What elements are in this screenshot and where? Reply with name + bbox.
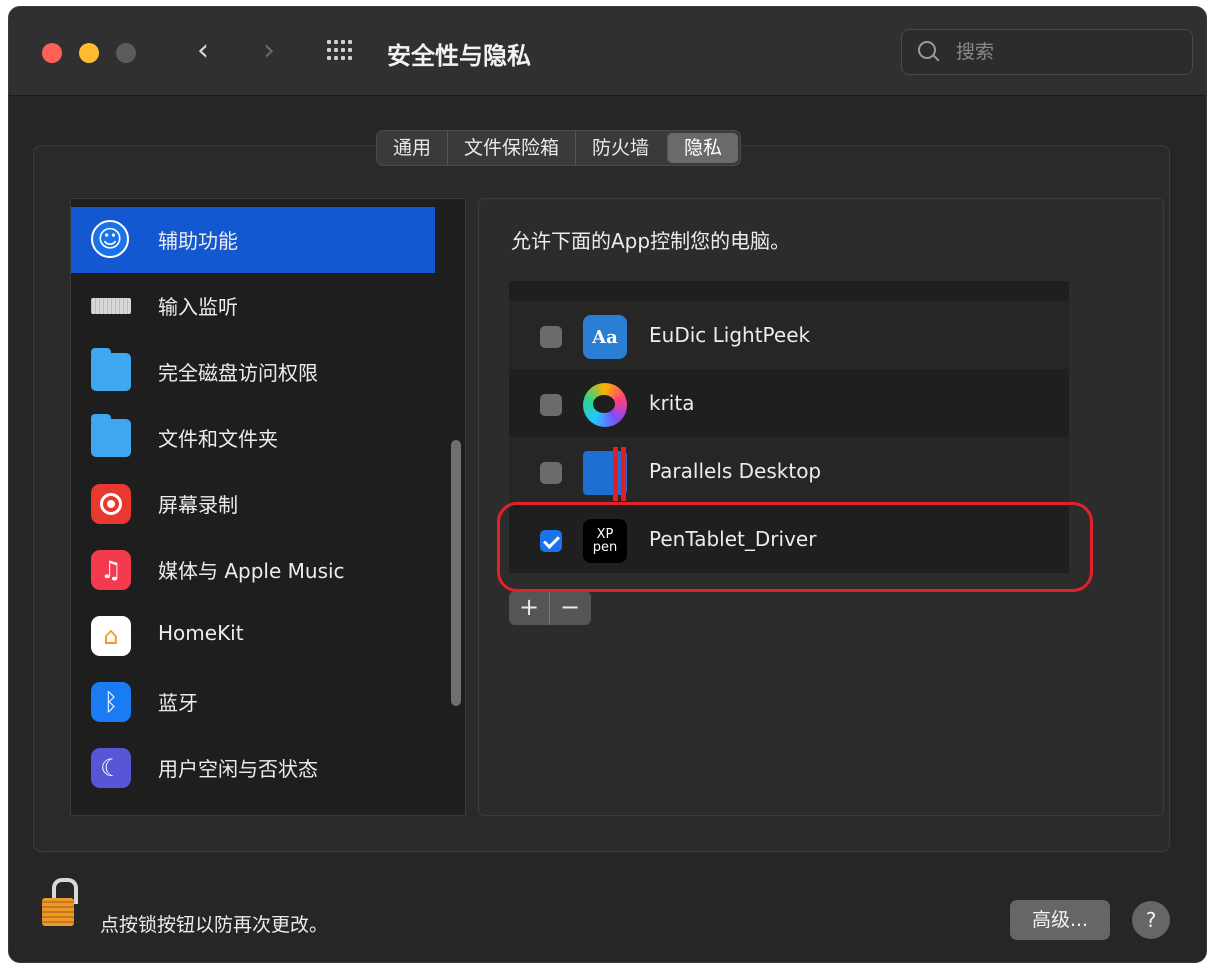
sidebar-item-media-apple-music[interactable]: ♫ 媒体与 Apple Music <box>71 537 435 603</box>
accessibility-panel: 允许下面的App控制您的电脑。 Aa EuDic LightPeek krita… <box>478 198 1164 816</box>
screen-record-icon <box>91 484 131 524</box>
tab-firewall[interactable]: 防火墙 <box>575 131 665 165</box>
folder-icon <box>91 348 131 392</box>
sidebar-item-idle-status[interactable]: ☾ 用户空闲与否状态 <box>71 735 435 801</box>
help-button[interactable]: ? <box>1132 901 1170 939</box>
sidebar-item-screen-recording[interactable]: 屏幕录制 <box>71 471 435 537</box>
app-list: Aa EuDic LightPeek krita Parallels Deskt… <box>509 281 1069 573</box>
sidebar-item-label: 完全磁盘访问权限 <box>158 361 318 385</box>
sidebar-item-label: 用户空闲与否状态 <box>158 757 318 781</box>
show-all-grid-icon[interactable] <box>327 40 353 64</box>
sidebar-item-full-disk-access[interactable]: 完全磁盘访问权限 <box>71 339 435 405</box>
music-icon: ♫ <box>91 550 131 590</box>
tab-bar: 通用 文件保险箱 防火墙 隐私 <box>376 130 742 166</box>
add-remove-control: + − <box>509 591 591 625</box>
app-row-parallels[interactable]: Parallels Desktop <box>509 437 1069 505</box>
remove-app-button[interactable]: − <box>549 591 590 625</box>
app-checkbox[interactable] <box>540 326 562 348</box>
window-title: 安全性与隐私 <box>387 42 531 70</box>
sidebar-item-label: 文件和文件夹 <box>158 427 278 451</box>
app-checkbox[interactable] <box>540 462 562 484</box>
search-icon <box>918 41 936 59</box>
search-field[interactable] <box>901 29 1193 75</box>
home-icon: ⌂ <box>91 616 131 656</box>
bluetooth-icon: ᛒ <box>91 682 131 722</box>
sidebar-item-label: 输入监听 <box>158 295 238 319</box>
app-name: PenTablet_Driver <box>649 527 817 551</box>
sidebar-item-input-monitoring[interactable]: 输入监听 <box>71 273 435 339</box>
app-name: krita <box>649 391 695 415</box>
close-window-button[interactable] <box>42 43 62 63</box>
panel-description: 允许下面的App控制您的电脑。 <box>511 229 791 253</box>
sidebar-item-accessibility[interactable]: ☺ 辅助功能 <box>71 207 435 273</box>
sidebar-item-label: 媒体与 Apple Music <box>158 559 345 583</box>
zoom-window-button[interactable] <box>116 43 136 63</box>
sidebar-item-label: HomeKit <box>158 621 244 645</box>
tab-privacy[interactable]: 隐私 <box>667 133 739 163</box>
keyboard-icon <box>91 286 131 326</box>
accessibility-icon: ☺ <box>91 220 129 258</box>
app-name: Parallels Desktop <box>649 459 822 483</box>
advanced-button[interactable]: 高级... <box>1010 900 1110 940</box>
sidebar-item-label: 辅助功能 <box>158 229 238 253</box>
eudic-icon: Aa <box>583 315 627 359</box>
forward-arrow-icon[interactable]: › <box>255 33 283 69</box>
folder-icon <box>91 414 131 458</box>
app-checkbox[interactable] <box>540 394 562 416</box>
app-name: EuDic LightPeek <box>649 323 811 347</box>
app-checkbox-checked[interactable] <box>540 530 562 552</box>
tab-filevault[interactable]: 文件保险箱 <box>447 131 575 165</box>
moon-icon: ☾ <box>91 748 131 788</box>
search-input[interactable] <box>954 36 1178 68</box>
back-arrow-icon[interactable]: ‹ <box>189 33 217 69</box>
sidebar-item-bluetooth[interactable]: ᛒ 蓝牙 <box>71 669 435 735</box>
sidebar-item-label: 蓝牙 <box>158 691 198 715</box>
app-row-pentablet-driver[interactable]: XP pen PenTablet_Driver <box>509 505 1069 573</box>
xp-pen-icon: XP pen <box>583 519 627 563</box>
app-row-krita[interactable]: krita <box>509 369 1069 437</box>
minimize-window-button[interactable] <box>79 43 99 63</box>
lock-hint-text: 点按锁按钮以防再次更改。 <box>100 914 329 936</box>
tab-general[interactable]: 通用 <box>377 131 447 165</box>
add-app-button[interactable]: + <box>509 591 549 625</box>
sidebar-item-label: 屏幕录制 <box>158 493 238 517</box>
app-row-eudic[interactable]: Aa EuDic LightPeek <box>509 301 1069 369</box>
sidebar-scrollbar[interactable] <box>451 440 461 706</box>
sidebar-item-files-and-folders[interactable]: 文件和文件夹 <box>71 405 435 471</box>
title-bar: ‹ › 安全性与隐私 <box>9 7 1206 96</box>
lock-icon[interactable] <box>42 878 82 932</box>
xp-pen-icon-bottom: pen <box>592 540 618 555</box>
sidebar-item-homekit[interactable]: ⌂ HomeKit <box>71 603 435 669</box>
krita-icon <box>583 383 627 427</box>
privacy-category-list: ☺ 辅助功能 输入监听 完全磁盘访问权限 文件和文件夹 屏幕录制 ♫ 媒体与 A… <box>70 198 466 816</box>
parallels-icon <box>583 447 629 501</box>
